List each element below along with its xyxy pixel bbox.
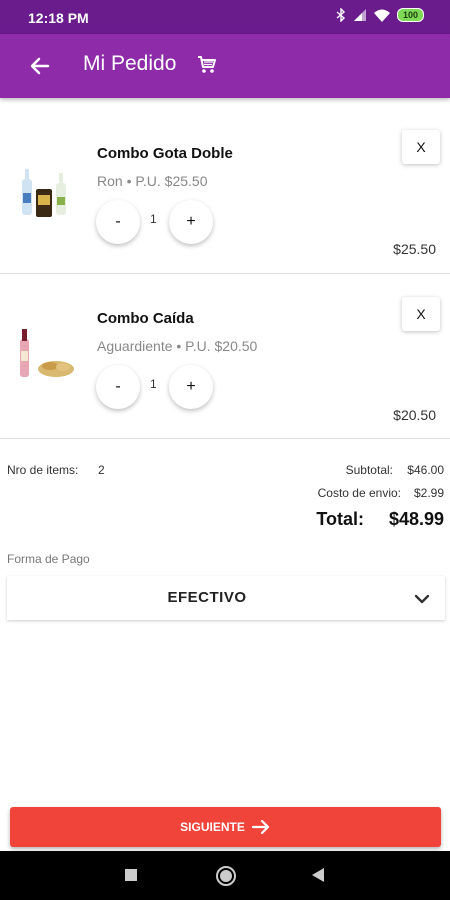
page-title: Mi Pedido <box>83 52 177 75</box>
payment-method-value: EFECTIVO <box>167 589 247 606</box>
arrow-left-icon[interactable] <box>26 52 54 80</box>
status-icons: 100 <box>336 8 424 22</box>
arrow-right-icon <box>251 819 269 835</box>
items-count-label: Nro de items: <box>7 463 79 477</box>
cart-icon <box>198 56 216 73</box>
item-subtitle: Ron • P.U. $25.50 <box>97 173 208 189</box>
chevron-down-icon <box>414 594 430 604</box>
status-bar: 12:18 PM 100 <box>0 0 450 34</box>
item-name: Combo Caída <box>97 310 194 327</box>
battery-icon: 100 <box>396 8 424 22</box>
back-nav-icon[interactable] <box>310 867 326 883</box>
subtotal-label: Subtotal: <box>345 463 393 477</box>
item-qty: 1 <box>150 212 157 226</box>
next-button-label: SIGUIENTE <box>180 820 245 834</box>
product-image <box>22 169 66 217</box>
cart-item: Combo Caída Aguardiente • P.U. $20.50 - … <box>0 273 450 439</box>
item-price: $20.50 <box>393 407 436 423</box>
remove-item-button[interactable]: X <box>402 130 440 164</box>
increase-qty-button[interactable]: + <box>169 365 213 409</box>
cart-item: Combo Gota Doble Ron • P.U. $25.50 - 1 +… <box>0 108 450 274</box>
subtotal-value: $46.00 <box>407 463 444 477</box>
wifi-icon <box>373 9 390 22</box>
total-value: $48.99 <box>388 509 444 529</box>
total-label: Total: <box>316 509 364 529</box>
home-icon[interactable] <box>215 865 237 887</box>
shipping-value: $2.99 <box>413 486 444 500</box>
decrease-qty-button[interactable]: - <box>96 200 140 244</box>
item-price: $25.50 <box>393 241 436 257</box>
items-count: 2 <box>98 463 105 477</box>
bluetooth-icon <box>336 8 345 22</box>
increase-qty-button[interactable]: + <box>169 200 213 244</box>
payment-method-select[interactable]: EFECTIVO <box>7 576 445 620</box>
next-button[interactable]: SIGUIENTE <box>10 807 441 847</box>
system-nav-bar <box>0 851 450 900</box>
remove-item-button[interactable]: X <box>402 297 440 331</box>
item-qty: 1 <box>150 377 157 391</box>
status-time: 12:18 PM <box>28 10 89 26</box>
product-image <box>20 329 74 377</box>
decrease-qty-button[interactable]: - <box>96 365 140 409</box>
recents-icon[interactable] <box>124 868 138 882</box>
payment-method-label: Forma de Pago <box>7 552 90 566</box>
shipping-label: Costo de envio: <box>317 486 401 500</box>
item-name: Combo Gota Doble <box>97 145 233 162</box>
signal-icon <box>353 9 366 21</box>
item-subtitle: Aguardiente • P.U. $20.50 <box>97 338 258 354</box>
app-bar: Mi Pedido <box>0 34 450 98</box>
